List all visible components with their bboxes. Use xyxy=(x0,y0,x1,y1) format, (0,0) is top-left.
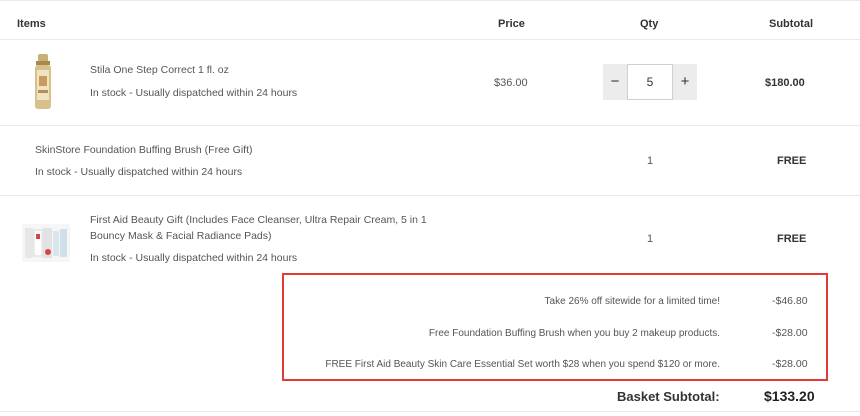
promotion-amount: -$28.00 xyxy=(772,358,808,370)
basket-subtotal-value: $133.20 xyxy=(764,388,815,404)
stock-status: In stock - Usually dispatched within 24 … xyxy=(90,87,298,99)
stock-status: In stock - Usually dispatched within 24 … xyxy=(90,252,298,264)
line-subtotal: FREE xyxy=(777,233,807,245)
unit-price: $36.00 xyxy=(494,77,528,89)
product-name[interactable]: SkinStore Foundation Buffing Brush (Free… xyxy=(35,142,253,158)
stila-product-image[interactable] xyxy=(30,54,56,110)
increase-quantity-button[interactable]: + xyxy=(673,64,697,100)
header-price: Price xyxy=(498,18,525,30)
cart-line-stila: Stila One Step Correct 1 fl. oz In stock… xyxy=(0,40,860,126)
first-aid-beauty-product-image[interactable] xyxy=(22,222,70,264)
product-name-line-1[interactable]: First Aid Beauty Gift (Includes Face Cle… xyxy=(90,212,427,228)
stock-status: In stock - Usually dispatched within 24 … xyxy=(35,166,243,178)
basket-subtotal-label: Basket Subtotal: xyxy=(617,389,720,404)
quantity-input[interactable] xyxy=(627,64,673,100)
header-qty: Qty xyxy=(640,18,659,30)
cart-table-header: Items Price Qty Subtotal xyxy=(0,0,860,40)
quantity-stepper[interactable]: − + xyxy=(603,64,697,100)
promotion-amount: -$46.80 xyxy=(772,295,808,307)
line-subtotal: $180.00 xyxy=(765,77,805,89)
product-name[interactable]: Stila One Step Correct 1 fl. oz xyxy=(90,62,229,78)
product-name-line-2[interactable]: Bouncy Mask & Facial Radiance Pads) xyxy=(90,228,272,244)
header-subtotal: Subtotal xyxy=(769,18,813,30)
promotion-text: Free Foundation Buffing Brush when you b… xyxy=(428,328,720,339)
divider xyxy=(0,411,860,412)
header-items: Items xyxy=(17,18,46,30)
promotions-box: Take 26% off sitewide for a limited time… xyxy=(282,273,828,381)
line-subtotal: FREE xyxy=(777,155,807,167)
promotion-text: FREE First Aid Beauty Skin Care Essentia… xyxy=(325,359,720,370)
quantity-value: 1 xyxy=(647,155,654,167)
promotion-text: Take 26% off sitewide for a limited time… xyxy=(544,296,720,307)
quantity-value: 1 xyxy=(647,233,654,245)
promotion-amount: -$28.00 xyxy=(772,327,808,339)
cart-line-first-aid-beauty: First Aid Beauty Gift (Includes Face Cle… xyxy=(0,196,860,284)
cart-line-buffing-brush: SkinStore Foundation Buffing Brush (Free… xyxy=(0,126,860,196)
decrease-quantity-button[interactable]: − xyxy=(603,64,627,100)
